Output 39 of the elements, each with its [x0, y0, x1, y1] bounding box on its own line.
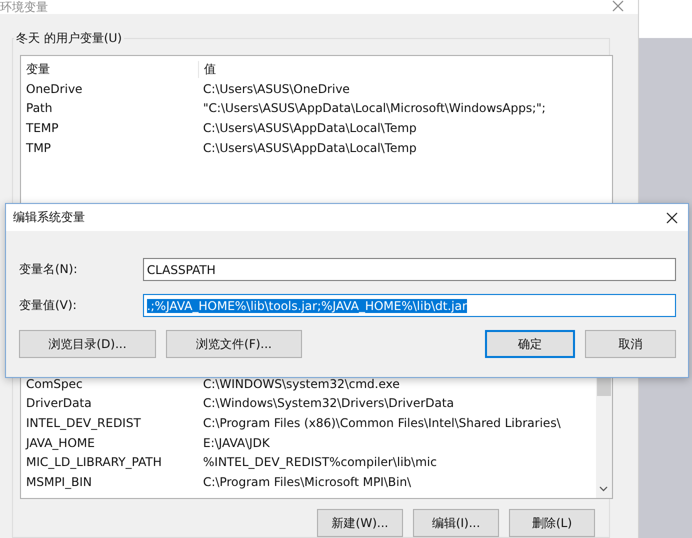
variable-value[interactable]: %INTEL_DEV_REDIST%compiler\lib\mic — [198, 455, 437, 470]
dialog-title: 编辑系统变量 — [13, 209, 85, 226]
variable-name[interactable]: MIC_LD_LIBRARY_PATH — [21, 455, 198, 470]
variable-value[interactable]: C:\Users\ASUS\AppData\Local\Temp — [198, 120, 417, 135]
column-header[interactable]: 值 — [198, 60, 216, 78]
action-button[interactable]: 编辑(I)... — [413, 509, 499, 537]
input-field[interactable]: .;%JAVA_HOME%\lib\tools.jar;%JAVA_HOME%\lib\dt.jar — [142, 294, 676, 317]
variable-name[interactable]: DriverData — [21, 396, 198, 410]
variable-name[interactable]: TEMP — [21, 120, 198, 135]
variable-value[interactable]: E:\JAVA\JDK — [198, 436, 270, 450]
variable-name[interactable]: Path — [21, 101, 198, 116]
field-label: 变量名(N): — [19, 261, 78, 278]
column-header[interactable]: 变量 — [21, 60, 198, 78]
action-button[interactable]: 新建(W)... — [317, 509, 403, 537]
scroll-down-icon[interactable] — [599, 486, 608, 492]
variable-name[interactable]: OneDrive — [21, 82, 198, 96]
variable-value[interactable]: C:\Windows\System32\Drivers\DriverData — [198, 396, 454, 410]
variable-value[interactable]: C:\Program Files (x86)\Common Files\Intel\Shared Libraries\ — [198, 416, 561, 430]
variable-name[interactable]: ComSpec — [21, 376, 198, 391]
dialog-button[interactable]: 取消 — [585, 330, 676, 358]
dialog-button[interactable]: 浏览目录(D)... — [19, 330, 156, 358]
scroll-thumb[interactable] — [597, 378, 611, 396]
variable-value[interactable]: "C:\Users\ASUS\AppData\Local\Microsoft\WindowsApps;"; — [198, 101, 546, 116]
variable-name[interactable]: INTEL_DEV_REDIST — [21, 416, 198, 430]
variable-value[interactable]: C:\WINDOWS\system32\cmd.exe — [198, 376, 400, 391]
variable-value[interactable]: C:\Users\ASUS\OneDrive — [198, 82, 350, 96]
variable-value[interactable]: C:\Program Files\Microsoft MPI\Bin\ — [198, 474, 412, 489]
input-field[interactable]: CLASSPATH — [142, 258, 676, 281]
variable-value[interactable]: C:\Users\ASUS\AppData\Local\Temp — [198, 140, 417, 155]
dialog-button[interactable]: 浏览文件(F)... — [166, 330, 302, 358]
variable-name[interactable]: JAVA_HOME — [21, 436, 198, 450]
action-button[interactable]: 删除(L) — [509, 509, 595, 537]
variable-name[interactable]: TMP — [21, 140, 198, 155]
window-title: 环境变量 — [0, 0, 48, 14]
field-label: 变量值(V): — [19, 297, 78, 314]
variable-name[interactable]: MSMPI_BIN — [21, 474, 198, 489]
dialog-button[interactable]: 确定 — [485, 330, 575, 358]
close-icon[interactable] — [666, 212, 678, 224]
group-label: 冬天 的用户变量(U) — [14, 30, 124, 47]
